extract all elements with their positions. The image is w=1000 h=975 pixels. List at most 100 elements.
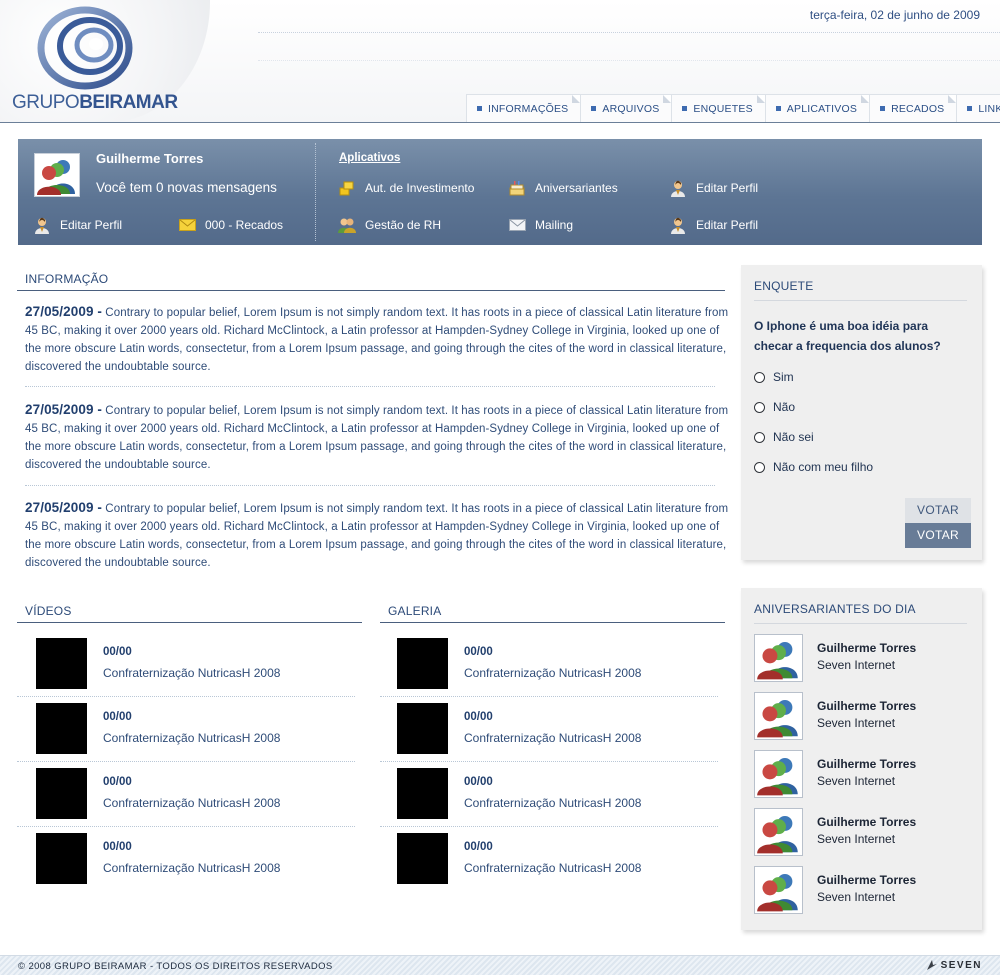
user-icon <box>669 216 687 234</box>
gallery-title[interactable]: Confraternização NutricasH 2008 <box>464 666 641 680</box>
nav-enquetes[interactable]: ENQUETES <box>671 94 766 122</box>
poll-option-nao-sei[interactable]: Não sei <box>754 430 814 444</box>
poll-option-sim[interactable]: Sim <box>754 370 794 384</box>
video-item[interactable]: 00/00 Confraternização NutricasH 2008 <box>17 833 357 898</box>
gallery-title[interactable]: Confraternização NutricasH 2008 <box>464 861 641 875</box>
copyright-text: © 2008 GRUPO BEIRAMAR - TODOS OS DIREITO… <box>18 961 333 972</box>
nav-aplicativos[interactable]: APLICATIVOS <box>764 94 871 122</box>
news-divider <box>25 386 715 387</box>
video-thumbnail[interactable] <box>36 703 87 754</box>
poll-option-nao-com-meu-filho[interactable]: Não com meu filho <box>754 460 873 474</box>
radio-button[interactable] <box>754 461 765 473</box>
app-mailing[interactable]: Mailing <box>508 216 573 234</box>
cake-icon <box>508 179 526 197</box>
coins-icon <box>338 179 356 197</box>
poll-option-nao[interactable]: Não <box>754 400 795 414</box>
video-item[interactable]: 00/00 Confraternização NutricasH 2008 <box>17 703 357 768</box>
person-company: Seven Internet <box>817 716 896 730</box>
bullet-icon <box>477 106 482 111</box>
user-icon <box>33 216 51 234</box>
news-date[interactable]: 27/05/2009 - <box>25 500 102 515</box>
video-thumbnail[interactable] <box>36 833 87 884</box>
users-icon <box>338 216 356 234</box>
gallery-thumbnail[interactable] <box>397 703 448 754</box>
edit-profile-link[interactable]: Editar Perfil <box>33 216 122 234</box>
gallery-date: 00/00 <box>464 646 493 658</box>
news-text: Contrary to popular belief, Lorem Ipsum … <box>25 405 729 471</box>
gallery-item[interactable]: 00/00 Confraternização NutricasH 2008 <box>378 638 718 703</box>
news-date[interactable]: 27/05/2009 - <box>25 304 102 319</box>
informacao-title: INFORMAÇÃO <box>25 272 109 286</box>
section-divider <box>17 622 362 623</box>
video-date: 00/00 <box>103 776 132 788</box>
radio-button[interactable] <box>754 431 765 443</box>
box-divider <box>754 300 967 301</box>
app-editar-perfil[interactable]: Editar Perfil <box>669 179 758 197</box>
app-aniversariantes[interactable]: Aniversariantes <box>508 179 618 197</box>
gallery-thumbnail[interactable] <box>397 768 448 819</box>
bullet-icon <box>775 106 781 111</box>
gallery-thumbnail[interactable] <box>397 638 448 689</box>
apps-title-link[interactable]: Aplicativos <box>339 152 400 164</box>
gallery-item[interactable]: 00/00 Confraternização NutricasH 2008 <box>378 833 718 898</box>
nav-links[interactable]: LINKS <box>956 94 1000 122</box>
video-item[interactable]: 00/00 Confraternização NutricasH 2008 <box>17 768 357 833</box>
vote-button[interactable]: VOTAR <box>905 498 971 523</box>
header-divider <box>258 32 1000 33</box>
person-name: Guilherme Torres <box>817 757 917 771</box>
list-divider <box>380 761 718 762</box>
users-avatar-icon <box>757 815 798 854</box>
app-editar-perfil-2[interactable]: Editar Perfil <box>669 216 758 234</box>
bullet-icon <box>967 106 973 111</box>
envelope-icon <box>508 216 526 234</box>
video-title[interactable]: Confraternização NutricasH 2008 <box>103 861 280 875</box>
list-divider <box>17 761 355 762</box>
bar-divider <box>315 143 316 241</box>
radio-button[interactable] <box>754 401 765 413</box>
nav-arquivos[interactable]: ARQUIVOS <box>580 94 673 122</box>
person-company: Seven Internet <box>817 658 896 672</box>
gallery-title[interactable]: Confraternização NutricasH 2008 <box>464 731 641 745</box>
users-avatar-icon <box>757 699 798 738</box>
logo-wordmark: GRUPOBEIRAMAR <box>12 92 178 113</box>
page-header: GRUPOBEIRAMAR terça-feira, 02 de junho d… <box>0 0 1000 123</box>
app-aut-investimento[interactable]: Aut. de Investimento <box>338 179 474 197</box>
poll-title: ENQUETE <box>754 279 814 293</box>
gallery-date: 00/00 <box>464 776 493 788</box>
envelope-icon <box>178 216 196 234</box>
section-divider <box>380 622 725 623</box>
page-footer: © 2008 GRUPO BEIRAMAR - TODOS OS DIREITO… <box>0 955 1000 975</box>
news-item: 27/05/2009 - Contrary to popular belief,… <box>25 401 730 474</box>
nav-recados[interactable]: RECADOS <box>869 94 958 122</box>
avatar <box>754 866 803 914</box>
app-gestao-rh[interactable]: Gestão de RH <box>338 216 441 234</box>
videos-title: VÍDEOS <box>25 604 72 618</box>
birthdays-title: ANIVERSARIANTES DO DIA <box>754 602 916 616</box>
list-divider <box>380 826 718 827</box>
nav-informacoes[interactable]: INFORMAÇÕES <box>466 94 582 122</box>
gallery-item[interactable]: 00/00 Confraternização NutricasH 2008 <box>378 703 718 768</box>
gallery-thumbnail[interactable] <box>397 833 448 884</box>
gallery-title[interactable]: Confraternização NutricasH 2008 <box>464 796 641 810</box>
gallery-item[interactable]: 00/00 Confraternização NutricasH 2008 <box>378 768 718 833</box>
avatar <box>754 808 803 856</box>
avatar <box>34 153 80 197</box>
video-title[interactable]: Confraternização NutricasH 2008 <box>103 796 280 810</box>
radio-button[interactable] <box>754 371 765 383</box>
person-company: Seven Internet <box>817 832 896 846</box>
news-date[interactable]: 27/05/2009 - <box>25 402 102 417</box>
video-date: 00/00 <box>103 711 132 723</box>
video-item[interactable]: 00/00 Confraternização NutricasH 2008 <box>17 638 357 703</box>
video-title[interactable]: Confraternização NutricasH 2008 <box>103 731 280 745</box>
video-title[interactable]: Confraternização NutricasH 2008 <box>103 666 280 680</box>
bullet-icon <box>591 106 597 111</box>
seven-credit-link[interactable]: SEVEN <box>926 959 982 971</box>
person-name: Guilherme Torres <box>817 815 917 829</box>
video-thumbnail[interactable] <box>36 768 87 819</box>
video-thumbnail[interactable] <box>36 638 87 689</box>
vote-button-hover[interactable]: VOTAR <box>905 523 971 548</box>
gallery-date: 00/00 <box>464 711 493 723</box>
video-date: 00/00 <box>103 841 132 853</box>
new-messages-text[interactable]: Você tem 0 novas mensagens <box>96 180 277 195</box>
recados-link[interactable]: 000 - Recados <box>178 216 283 234</box>
